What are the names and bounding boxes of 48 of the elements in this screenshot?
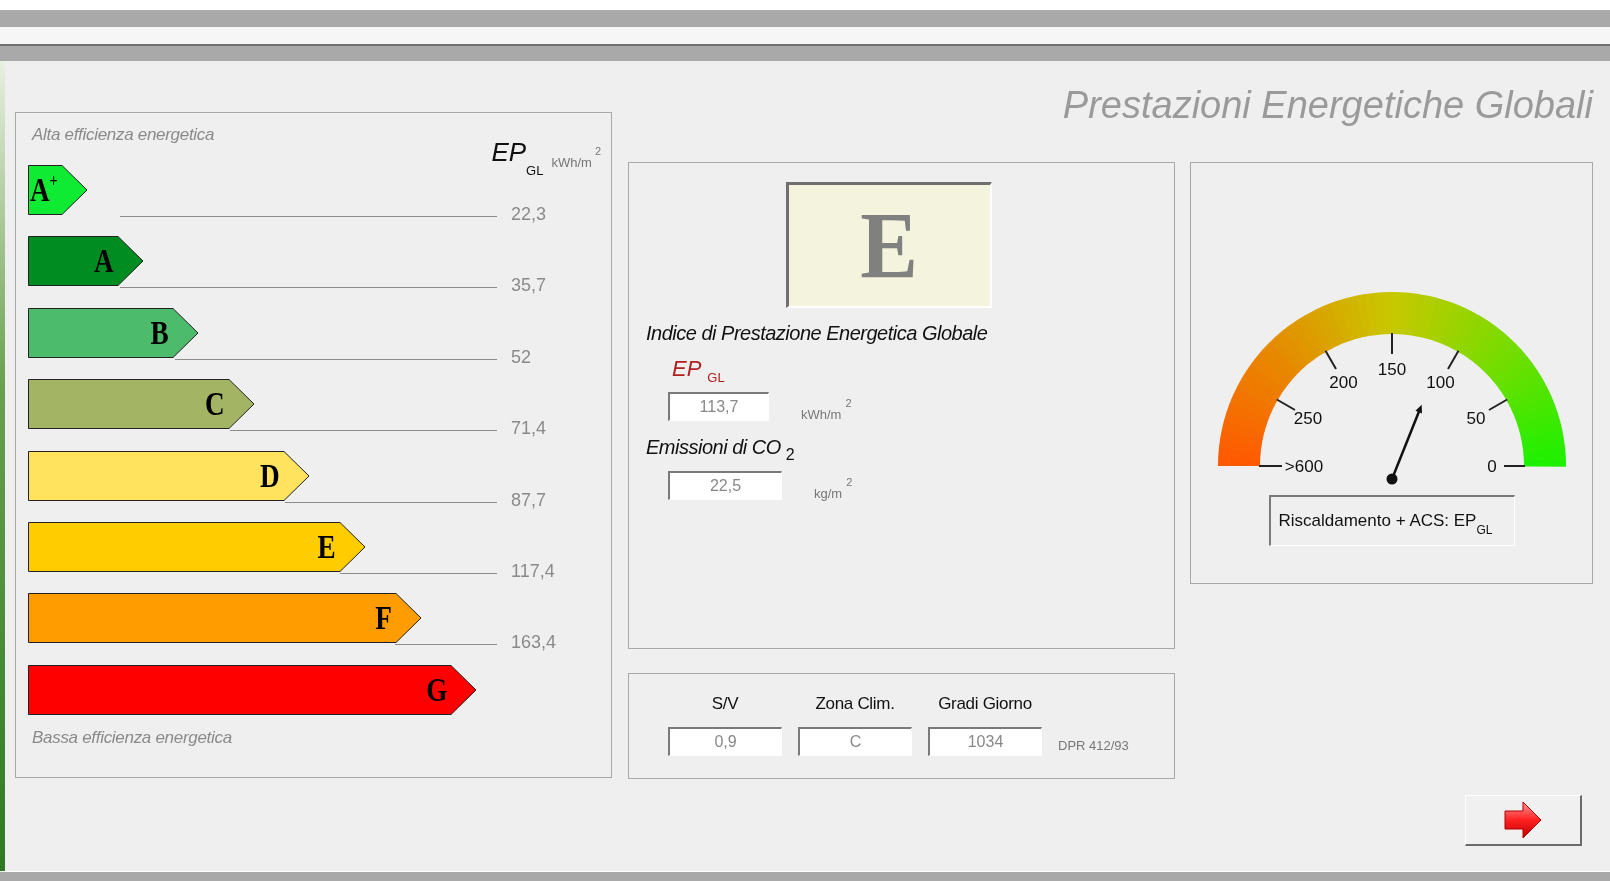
class-letter: C [205,385,225,424]
value-field[interactable]: 113,7 [668,392,769,421]
threshold-value: 22,3 [510,205,548,223]
tick-label: 150 [1377,360,1407,379]
next-button[interactable] [1465,795,1582,846]
threshold-value: 87,7 [510,490,548,509]
scale-label: Alta efficienza energetica [30,125,215,145]
class-letter: A$^{+}$ [30,171,58,209]
class-letter: A [94,242,114,281]
tick-mark [1488,398,1509,411]
field-label: Zona Clim. [815,694,895,714]
threshold-value: 52 [510,347,533,366]
arrow-right-icon [1503,800,1543,840]
tick-label: 0 [1487,457,1497,476]
threshold-value: 117,4 [510,561,556,580]
section-heading: Indice di Prestazione Energetica Globale [646,322,988,345]
class-letter: F [375,599,392,638]
tick-label: >600 [1284,457,1324,476]
tick-mark [1391,332,1393,355]
tick-label: 50 [1466,408,1486,428]
field-label: Gradi Giorno [938,694,1032,714]
value-field[interactable]: C [798,727,912,756]
threshold-value: 35,7 [510,276,548,295]
value-field[interactable]: 22,5 [668,471,782,500]
class-letter: E [860,197,919,294]
tick-mark [1503,465,1526,467]
tick-mark [1258,465,1283,467]
reference-note: DPR 412/93 [1058,738,1129,753]
tick-label: 250 [1293,408,1323,428]
class-letter: E [317,527,336,566]
scale-label: Bassa efficienza energetica [31,727,232,748]
class-letter: D [260,456,280,495]
threshold-value: 163,4 [510,633,558,652]
tick-mark [1275,398,1296,411]
class-letter: B [150,313,169,352]
tick-mark [1447,349,1460,370]
tick-label: 200 [1329,373,1358,392]
tick-mark [1324,349,1337,370]
class-letter: G [425,670,447,709]
ep-label: EP$_{GL}$ [672,356,725,385]
section-heading: Emissioni di CO$_{2}$ [646,436,795,464]
field-label: S/V [711,694,739,714]
gauge-caption: Riscaldamento + ACS: EP$_{GL}$ [1268,495,1515,546]
page-title: Prestazioni Energetiche Globali [1061,83,1593,128]
value-field[interactable]: 0,9 [668,727,782,756]
value-field[interactable]: 1034 [928,727,1042,756]
threshold-value: 71,4 [510,419,548,438]
tick-label: 100 [1426,373,1455,392]
